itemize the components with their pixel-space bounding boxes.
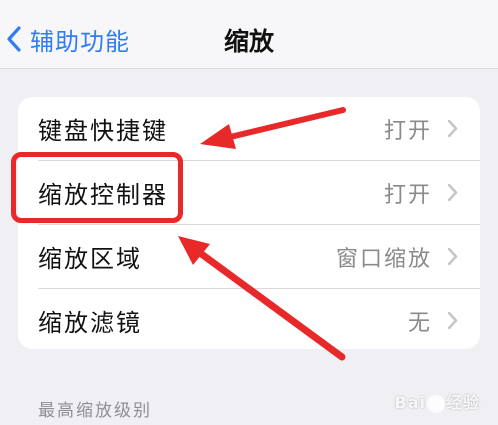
watermark: Bai 经验 bbox=[394, 393, 480, 413]
annotation-arrow-lower bbox=[178, 236, 346, 361]
paw-icon bbox=[426, 394, 445, 413]
annotation-arrow-upper bbox=[200, 107, 346, 149]
annotation-arrows bbox=[178, 107, 346, 361]
